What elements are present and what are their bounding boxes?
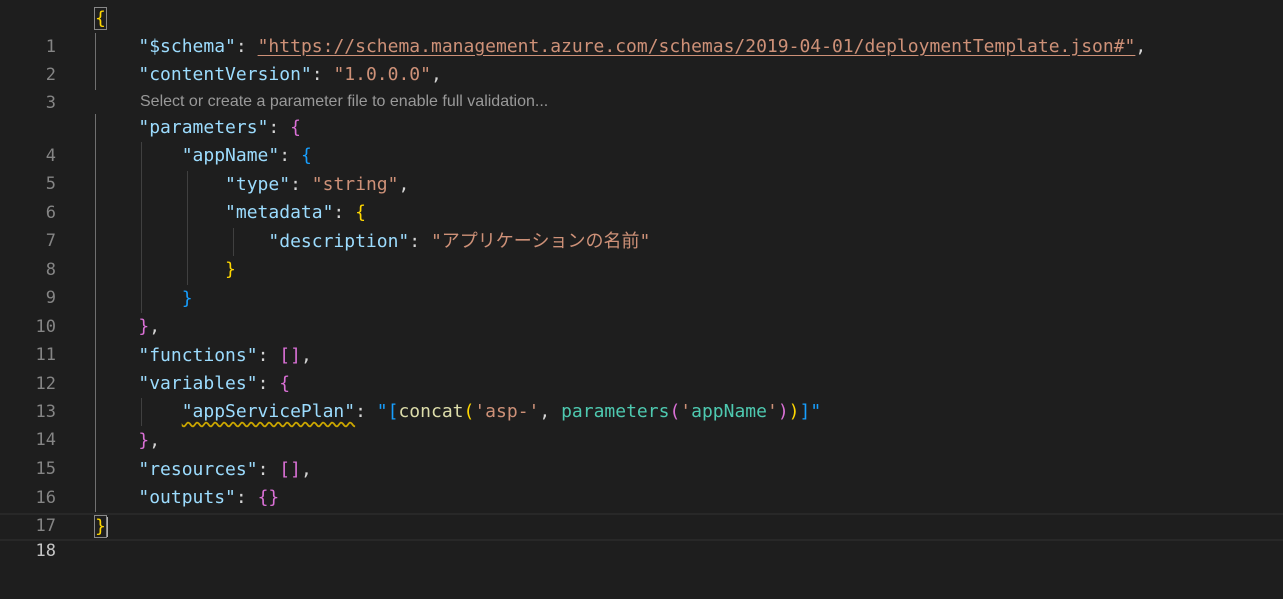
code-line[interactable]: 2 "$schema": "https://schema.management.…: [0, 33, 1283, 85]
code-line[interactable]: 10 }: [0, 285, 1283, 337]
code-line[interactable]: 12 "functions": [],: [0, 342, 1283, 394]
line-number: 3: [45, 93, 56, 113]
line-content: "contentVersion": "1.0.0.0",: [138, 64, 442, 85]
line-content: "description": "アプリケーションの名前": [268, 231, 651, 252]
code-line[interactable]: 9 }: [0, 256, 1283, 308]
json-string: "string": [311, 174, 399, 195]
code-line[interactable]: 13 "variables": {: [0, 370, 1283, 422]
line-content: "parameters": {: [138, 117, 301, 138]
code-line[interactable]: 3 "contentVersion": "1.0.0.0",: [0, 61, 1283, 113]
text-cursor: [105, 517, 108, 537]
line-content: },: [138, 316, 161, 337]
line-content: "appName": {: [181, 145, 312, 166]
line-content: }: [225, 259, 236, 280]
line-content: "variables": {: [138, 373, 291, 394]
line-content: "outputs": {}: [138, 487, 280, 508]
json-key: "resources": [138, 459, 258, 480]
code-editor[interactable]: 1 { 2 "$schema": "https://schema.managem…: [0, 0, 1283, 599]
current-line[interactable]: 18 }: [0, 513, 1283, 561]
codelens-parameter-file[interactable]: Select or create a parameter file to ena…: [140, 89, 548, 115]
code-line[interactable]: 5 "appName": {: [0, 142, 1283, 194]
line-content: "resources": [],: [138, 459, 312, 480]
code-line[interactable]: 6 "type": "string",: [0, 171, 1283, 223]
code-line[interactable]: 17 "outputs": {}: [0, 484, 1283, 536]
json-key: "description": [268, 231, 410, 252]
code-line[interactable]: 8 "description": "アプリケーションの名前": [0, 228, 1283, 280]
json-key: "parameters": [138, 117, 269, 138]
line-content: }: [181, 288, 193, 309]
code-line[interactable]: 1 {: [0, 5, 1283, 57]
code-line[interactable]: 4 "parameters": {: [0, 114, 1283, 166]
code-line[interactable]: 16 "resources": [],: [0, 456, 1283, 508]
schema-link[interactable]: "https://schema.management.azure.com/sch…: [258, 36, 1136, 57]
json-key: "outputs": [138, 487, 236, 508]
json-string: "1.0.0.0": [333, 64, 431, 85]
line-content: "metadata": {: [225, 202, 366, 223]
json-key: "$schema": [138, 36, 236, 57]
json-key: "type": [225, 174, 291, 195]
line-content: "type": "string",: [225, 174, 410, 195]
json-key: "metadata": [225, 202, 334, 223]
json-key-warning[interactable]: "appServicePlan": [182, 401, 355, 422]
line-content: },: [138, 430, 161, 451]
json-key: "contentVersion": [138, 64, 312, 85]
json-key: "functions": [138, 345, 258, 366]
line-content: "appServicePlan": "[concat('asp-', param…: [181, 401, 822, 422]
line-content: "functions": [],: [138, 345, 312, 366]
line-content: }: [94, 515, 108, 539]
json-key: "variables": [138, 373, 258, 394]
code-line[interactable]: 11 },: [0, 313, 1283, 365]
code-line[interactable]: 15 },: [0, 427, 1283, 479]
json-key: "appName": [181, 145, 280, 166]
code-line[interactable]: 14 "appServicePlan": "[concat('asp-', pa…: [0, 398, 1283, 450]
close-brace: }: [94, 515, 107, 538]
json-string: "アプリケーションの名前": [430, 231, 651, 252]
line-content: {: [94, 5, 107, 33]
line-content: "$schema": "https://schema.management.az…: [138, 36, 1147, 57]
line-number: 18: [35, 541, 56, 561]
code-line[interactable]: 7 "metadata": {: [0, 199, 1283, 251]
open-brace: {: [94, 7, 107, 30]
